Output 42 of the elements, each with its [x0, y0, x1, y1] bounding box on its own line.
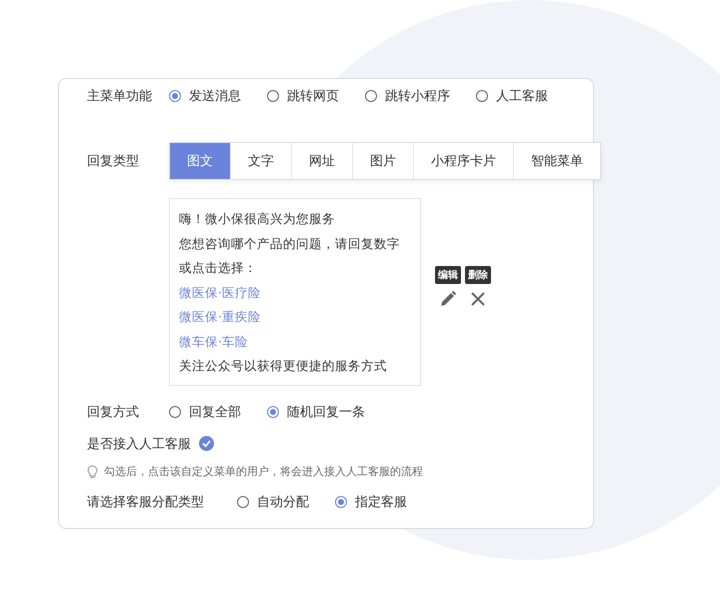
radio-option[interactable]: 指定客服	[335, 492, 407, 510]
radio-option[interactable]: 随机回复一条	[267, 402, 365, 420]
tooltip: 编辑	[435, 266, 461, 284]
radio-icon[interactable]	[335, 496, 347, 508]
message-text: 关注公众号以获得更便捷的服务方式	[179, 357, 388, 375]
checkmark-icon	[202, 439, 211, 448]
reply-type-tab[interactable]: 图文	[170, 143, 231, 179]
field-label: 是否接入人工客服	[87, 436, 191, 452]
pencil-icon[interactable]	[439, 290, 457, 308]
radio-option[interactable]: 人工客服	[476, 87, 548, 105]
radio-icon[interactable]	[169, 406, 181, 418]
checkbox[interactable]	[199, 436, 214, 451]
radio-option[interactable]: 自动分配	[237, 492, 309, 510]
radio-icon[interactable]	[365, 90, 377, 102]
radio-icon[interactable]	[267, 90, 279, 102]
message-link[interactable]: 微医保·重疾险	[179, 305, 411, 330]
message-text: 或点击选择：	[179, 259, 258, 277]
radio-icon[interactable]	[169, 90, 181, 102]
radio-option[interactable]: 发送消息	[169, 87, 241, 105]
field-label: 请选择客服分配类型	[87, 494, 205, 510]
reply-type-tab[interactable]: 文字	[231, 143, 292, 179]
message-link[interactable]: 微医保·医疗险	[179, 280, 411, 305]
radio-icon[interactable]	[267, 406, 279, 418]
reply-type-tab[interactable]: 小程序卡片	[414, 143, 514, 179]
lightbulb-icon	[87, 464, 98, 478]
reply-type-tab[interactable]: 图片	[353, 143, 414, 179]
close-icon[interactable]	[469, 290, 487, 308]
reply-type-tab[interactable]: 网址	[292, 143, 353, 179]
message-text: 您想咨询哪个产品的问题，请回复数字	[179, 234, 401, 252]
field-label: 主菜单功能	[87, 88, 153, 105]
radio-option[interactable]: 跳转小程序	[365, 87, 450, 105]
field-label: 回复方式	[87, 404, 140, 420]
field-label: 回复类型	[87, 153, 140, 170]
tooltip: 删除	[465, 266, 491, 284]
radio-icon[interactable]	[476, 90, 488, 102]
message-link[interactable]: 微车保·车险	[179, 330, 411, 354]
radio-option[interactable]: 跳转网页	[267, 87, 339, 105]
radio-icon[interactable]	[237, 496, 249, 508]
reply-type-tab[interactable]: 智能菜单	[514, 143, 600, 179]
message-text: 嗨！微小保很高兴为您服务	[179, 210, 336, 228]
radio-option[interactable]: 回复全部	[169, 402, 241, 420]
hint-text: 勾选后，点击该自定义菜单的用户，将会进入接入人工客服的流程	[104, 464, 423, 479]
